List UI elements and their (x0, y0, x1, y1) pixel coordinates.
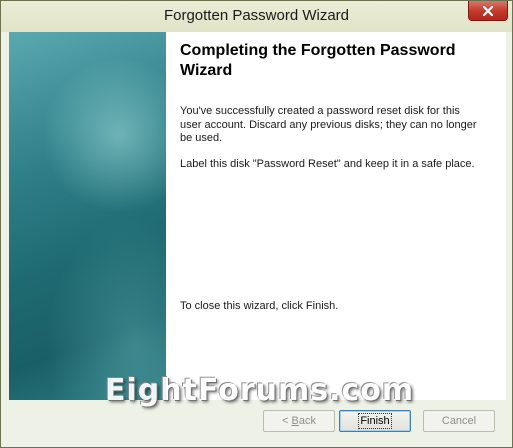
back-button-mnemonic: B (291, 415, 299, 427)
title-bar[interactable]: Forgotten Password Wizard (1, 1, 512, 32)
finish-button[interactable]: Finish (339, 410, 411, 432)
cancel-button-label: Cancel (441, 415, 477, 427)
wizard-content: Completing the Forgotten Password Wizard… (9, 32, 506, 400)
watermark-text: EightForums.com (105, 373, 415, 408)
success-message: You've successfully created a password r… (180, 105, 477, 144)
label-instruction: Label this disk "Password Reset" and kee… (180, 158, 475, 170)
back-button[interactable]: < Back (263, 410, 335, 432)
cancel-button[interactable]: Cancel (423, 410, 495, 432)
back-button-prefix: < (282, 415, 292, 427)
close-icon (482, 5, 494, 16)
page-title: Completing the Forgotten Password Wizard (180, 42, 456, 79)
finish-button-label: Finish (358, 413, 392, 429)
close-button[interactable] (468, 1, 508, 21)
close-instruction: To close this wizard, click Finish. (180, 300, 339, 312)
back-button-rest: ack (298, 415, 316, 427)
window-title: Forgotten Password Wizard (163, 7, 350, 24)
wizard-side-panel (9, 32, 166, 400)
wizard-window: Forgotten Password Wizard Completing the… (0, 0, 513, 448)
